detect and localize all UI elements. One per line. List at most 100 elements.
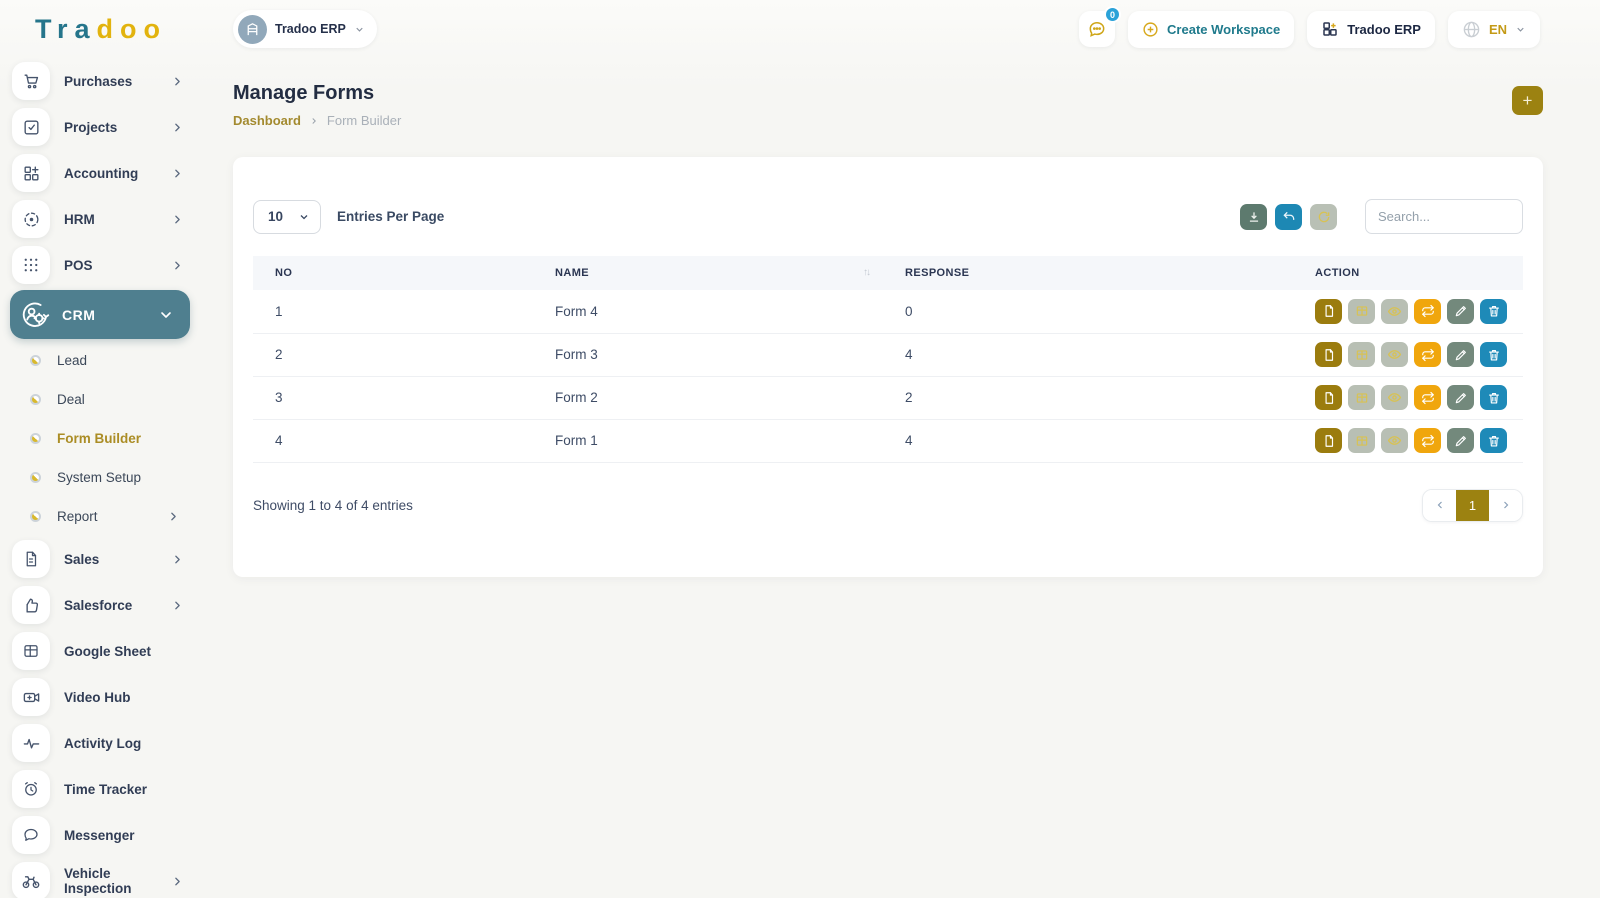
sidebar-item-pos[interactable]: POS	[0, 242, 200, 288]
sidebar-item-crm[interactable]: CRM	[10, 290, 190, 339]
workspace-avatar	[238, 15, 267, 44]
previous-page-button[interactable]	[1423, 490, 1456, 521]
sidebar-item-system-setup[interactable]: System Setup	[0, 458, 200, 497]
search-input[interactable]	[1365, 199, 1523, 234]
sidebar-item-deal[interactable]: Deal	[0, 380, 200, 419]
next-page-button[interactable]	[1489, 490, 1522, 521]
row-no: 3	[253, 376, 533, 419]
topbar: Tradoo Tradoo ERP 0 Create Workspace Tra…	[0, 0, 1600, 58]
app-root: Tradoo Tradoo ERP 0 Create Workspace Tra…	[0, 0, 1600, 898]
duplicate-button[interactable]	[1414, 428, 1441, 453]
sidebar-item-messenger[interactable]: Messenger	[0, 812, 200, 858]
sidebar-item-sales[interactable]: Sales	[0, 536, 200, 582]
duplicate-button[interactable]	[1414, 299, 1441, 324]
bike-icon	[21, 871, 41, 891]
form-details-button[interactable]	[1315, 385, 1342, 410]
chevron-down-icon	[298, 211, 310, 223]
language-selector[interactable]: EN	[1448, 11, 1540, 48]
preview-button[interactable]	[1381, 428, 1408, 453]
delete-button[interactable]	[1480, 342, 1507, 367]
row-response: 4	[883, 419, 1293, 462]
edit-button[interactable]	[1447, 299, 1474, 324]
sidebar-item-video-hub[interactable]: Video Hub	[0, 674, 200, 720]
sidebar-nav: PurchasesProjectsAccountingHRMPOSCRMLead…	[0, 58, 200, 898]
chevron-right-icon	[171, 167, 184, 180]
workspace-selector[interactable]: Tradoo ERP	[233, 10, 377, 48]
entries-per-page-select[interactable]: 10	[253, 200, 321, 234]
row-actions	[1315, 428, 1513, 453]
undo-button[interactable]	[1275, 204, 1302, 230]
form-details-button[interactable]	[1315, 428, 1342, 453]
sidebar-item-form-builder[interactable]: Form Builder	[0, 419, 200, 458]
building-icon	[244, 21, 261, 38]
sort-icon[interactable]: ↑↓	[863, 267, 869, 278]
table-row: 4Form 14	[253, 419, 1523, 462]
chevron-right-icon	[1500, 499, 1512, 511]
chat-bubble-icon	[1087, 19, 1107, 39]
repeat-icon	[1421, 304, 1435, 318]
sidebar-item-hrm[interactable]: HRM	[0, 196, 200, 242]
entries-per-page-label: Entries Per Page	[337, 209, 444, 224]
row-response: 0	[883, 290, 1293, 333]
pencil-icon	[1454, 348, 1468, 362]
sidebar-item-vehicle-inspection[interactable]: Vehicle Inspection	[0, 858, 200, 898]
sidebar-item-time-tracker[interactable]: Time Tracker	[0, 766, 200, 812]
delete-button[interactable]	[1480, 428, 1507, 453]
table-view-button[interactable]	[1348, 342, 1375, 367]
chevron-right-icon	[171, 75, 184, 88]
form-details-button[interactable]	[1315, 342, 1342, 367]
bullet-icon	[30, 433, 41, 444]
delete-button[interactable]	[1480, 385, 1507, 410]
sidebar-item-projects[interactable]: Projects	[0, 104, 200, 150]
preview-button[interactable]	[1381, 299, 1408, 324]
chevron-down-icon	[158, 307, 174, 323]
delete-button[interactable]	[1480, 299, 1507, 324]
brand-logo[interactable]: Tradoo	[0, 14, 200, 45]
table-view-button[interactable]	[1348, 385, 1375, 410]
row-actions	[1315, 342, 1513, 367]
trash-icon	[1487, 304, 1501, 318]
sidebar-item-accounting[interactable]: Accounting	[0, 150, 200, 196]
bullet-icon	[30, 394, 41, 405]
sidebar-item-lead[interactable]: Lead	[0, 341, 200, 380]
form-name-link[interactable]: Form 3	[533, 333, 883, 376]
preview-button[interactable]	[1381, 385, 1408, 410]
sidebar-item-report[interactable]: Report	[0, 497, 200, 536]
doc-icon	[1322, 434, 1336, 448]
sidebar-item-salesforce[interactable]: Salesforce	[0, 582, 200, 628]
chat-button[interactable]: 0	[1079, 11, 1115, 47]
add-form-button[interactable]: +	[1512, 86, 1543, 115]
form-name-link[interactable]: Form 1	[533, 419, 883, 462]
logo-gold-part: doo	[97, 14, 167, 44]
table-view-button[interactable]	[1348, 299, 1375, 324]
pencil-icon	[1454, 304, 1468, 318]
form-details-button[interactable]	[1315, 299, 1342, 324]
erp-apps-button[interactable]: Tradoo ERP	[1307, 11, 1435, 48]
chevron-down-icon	[354, 24, 365, 35]
export-button[interactable]	[1240, 204, 1267, 230]
sidebar-item-activity-log[interactable]: Activity Log	[0, 720, 200, 766]
table-view-button[interactable]	[1348, 428, 1375, 453]
duplicate-button[interactable]	[1414, 385, 1441, 410]
edit-button[interactable]	[1447, 342, 1474, 367]
refresh-button[interactable]	[1310, 204, 1337, 230]
download-icon	[1247, 210, 1261, 224]
table-row: 1Form 40	[253, 290, 1523, 333]
preview-button[interactable]	[1381, 342, 1408, 367]
breadcrumb-dashboard-link[interactable]: Dashboard	[233, 113, 301, 128]
edit-button[interactable]	[1447, 385, 1474, 410]
sidebar-item-purchases[interactable]: Purchases	[0, 58, 200, 104]
chat-icon	[22, 826, 40, 844]
form-name-link[interactable]: Form 4	[533, 290, 883, 333]
duplicate-button[interactable]	[1414, 342, 1441, 367]
erp-button-label: Tradoo ERP	[1347, 22, 1421, 37]
current-page-button[interactable]: 1	[1456, 490, 1489, 521]
forms-table: NO NAME↑↓ RESPONSE ACTION 1Form 402Form …	[253, 256, 1523, 463]
create-workspace-button[interactable]: Create Workspace	[1128, 11, 1294, 48]
row-no: 2	[253, 333, 533, 376]
sidebar-item-google-sheet[interactable]: Google Sheet	[0, 628, 200, 674]
logo-teal-part: Tra	[35, 14, 97, 44]
form-name-link[interactable]: Form 2	[533, 376, 883, 419]
column-header-action: ACTION	[1293, 256, 1523, 290]
edit-button[interactable]	[1447, 428, 1474, 453]
